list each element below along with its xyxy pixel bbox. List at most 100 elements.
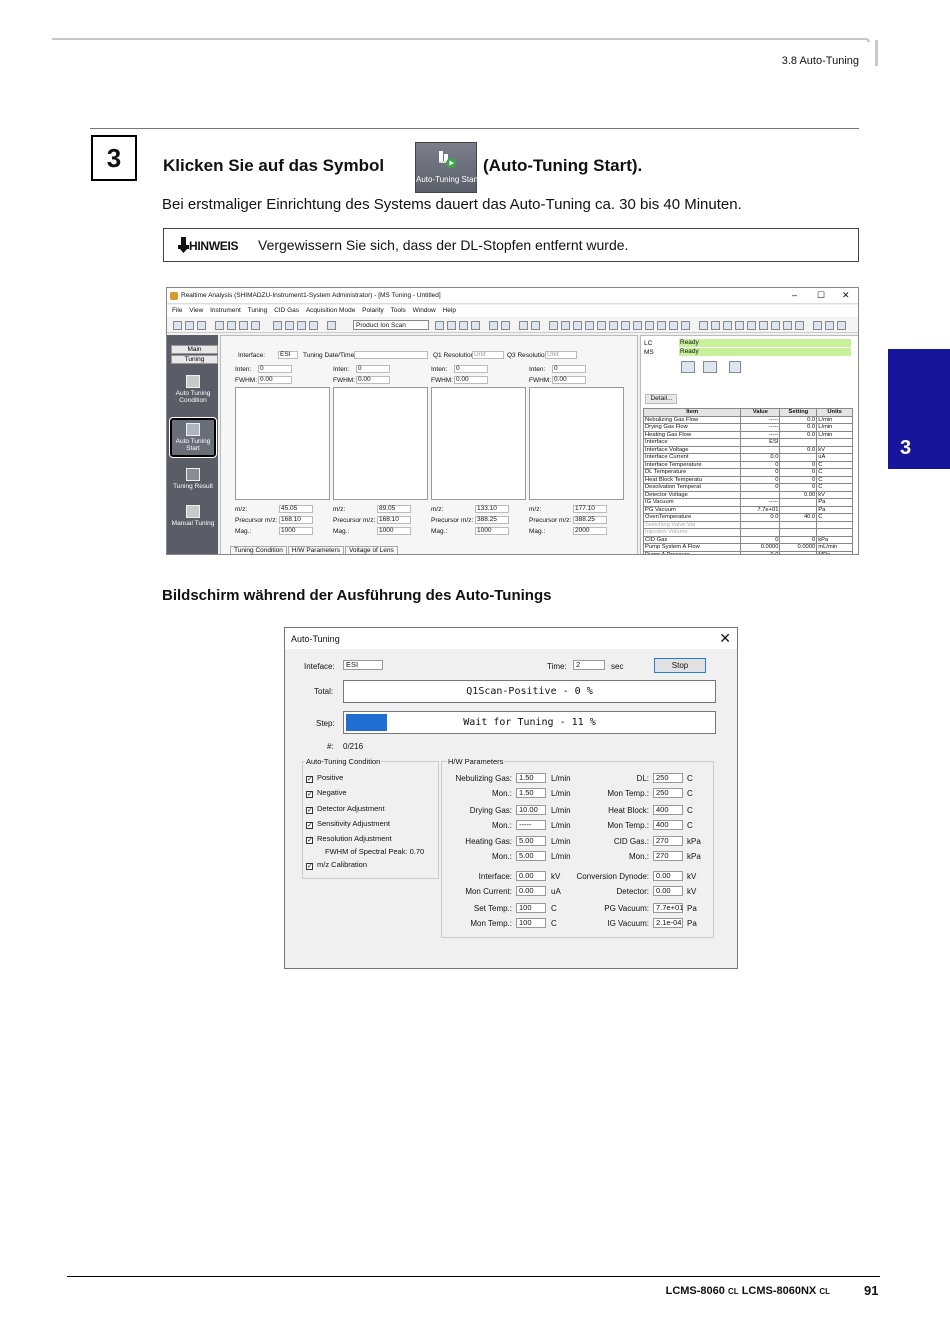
menu-help[interactable]: Help	[443, 307, 456, 314]
model-name: LCMS-8060	[665, 1285, 725, 1297]
tool-icon[interactable]	[531, 321, 540, 330]
tool-icon[interactable]	[813, 321, 822, 330]
tab-hw-parameters[interactable]: H/W Parameters	[287, 546, 344, 554]
hw-param-value: 1.50	[516, 773, 546, 783]
help-icon[interactable]	[327, 321, 336, 330]
sidebar-item-auto-tuning-condition[interactable]: Auto Tuning Condition	[170, 375, 216, 404]
minimize-button[interactable]: –	[792, 290, 797, 300]
tool-icon[interactable]	[447, 321, 456, 330]
tool-icon[interactable]	[795, 321, 804, 330]
tab-voltage-of-lens[interactable]: Voltage of Lens	[344, 546, 398, 554]
menu-cid-gas[interactable]: CID Gas	[274, 307, 299, 314]
tool-icon[interactable]	[239, 321, 248, 330]
tool-icon[interactable]	[837, 321, 846, 330]
tool-icon[interactable]	[621, 321, 630, 330]
tool-icon[interactable]	[825, 321, 834, 330]
tool-icon[interactable]	[549, 321, 558, 330]
tool-icon[interactable]	[723, 321, 732, 330]
scan-mode-select[interactable]: Product Ion Scan	[353, 320, 429, 330]
menu-tools[interactable]: Tools	[391, 307, 406, 314]
tool-icon[interactable]	[471, 321, 480, 330]
tool-icon[interactable]	[645, 321, 654, 330]
flow-icon[interactable]	[703, 361, 717, 373]
table-cell: 0.0	[779, 445, 818, 454]
tool-icon[interactable]	[435, 321, 444, 330]
tool-icon[interactable]	[597, 321, 606, 330]
hw-param-value: 100	[516, 918, 546, 928]
tool-icon[interactable]	[681, 321, 690, 330]
stop-button[interactable]: Stop	[654, 658, 706, 673]
tool-icon[interactable]	[711, 321, 720, 330]
print-icon[interactable]	[215, 321, 224, 330]
instrument-icon[interactable]	[681, 361, 695, 373]
tool-icon[interactable]	[585, 321, 594, 330]
layout-icon[interactable]	[273, 321, 282, 330]
checkbox-icon[interactable]: ✓	[306, 776, 313, 783]
time-label: Time:	[547, 662, 567, 671]
tool-icon[interactable]	[573, 321, 582, 330]
checkbox-icon[interactable]: ✓	[306, 822, 313, 829]
hand-pointer-icon	[178, 237, 189, 253]
tool-icon[interactable]	[519, 321, 528, 330]
tool-icon[interactable]	[747, 321, 756, 330]
hw-param-unit: Pa	[687, 919, 697, 928]
close-button[interactable]: ✕	[842, 290, 850, 301]
tool-icon[interactable]	[759, 321, 768, 330]
tool-icon[interactable]	[227, 321, 236, 330]
mz-value: 89.05	[377, 505, 411, 513]
tab-tuning[interactable]: Tuning	[171, 355, 218, 364]
checkbox-icon[interactable]: ✓	[306, 863, 313, 870]
menu-tuning[interactable]: Tuning	[248, 307, 268, 314]
condition-checkbox[interactable]: ✓ Resolution Adjustment	[306, 834, 392, 844]
tool-icon[interactable]	[657, 321, 666, 330]
tool-icon[interactable]	[735, 321, 744, 330]
tool-icon[interactable]	[489, 321, 498, 330]
condition-label: m/z Calibration	[317, 860, 368, 869]
tuning-date-value	[354, 351, 428, 359]
menu-polarity[interactable]: Polarity	[362, 307, 384, 314]
maximize-button[interactable]: ☐	[817, 290, 825, 301]
hw-param-label: DL:	[636, 774, 649, 783]
tool-icon[interactable]	[251, 321, 260, 330]
tab-tuning-condition[interactable]: Tuning Condition	[230, 546, 287, 554]
tool-icon[interactable]	[699, 321, 708, 330]
tool-icon[interactable]	[609, 321, 618, 330]
sidebar-item-tuning-result[interactable]: Tuning Result	[170, 468, 216, 490]
layout-icon[interactable]	[297, 321, 306, 330]
checkbox-icon[interactable]: ✓	[306, 791, 313, 798]
menu-instrument[interactable]: Instrument	[210, 307, 241, 314]
checkbox-icon[interactable]: ✓	[306, 807, 313, 814]
tool-icon[interactable]	[459, 321, 468, 330]
checkbox-icon[interactable]: ✓	[306, 837, 313, 844]
tool-icon[interactable]	[561, 321, 570, 330]
tab-main[interactable]: Main	[171, 345, 218, 354]
tool-icon[interactable]	[669, 321, 678, 330]
condition-checkbox[interactable]: ✓ Positive	[306, 773, 343, 783]
sidebar-item-manual-tuning[interactable]: Manual Tuning	[170, 505, 216, 527]
table-row: OvenTemperature 0.0 40.0 C	[642, 513, 853, 522]
dialog-close-icon[interactable]: ✕	[719, 630, 731, 647]
open-icon[interactable]	[185, 321, 194, 330]
menu-acquisition-mode[interactable]: Acquisition Mode	[306, 307, 356, 314]
menu-file[interactable]: File	[172, 307, 182, 314]
footer-rule	[67, 1276, 880, 1277]
tool-icon[interactable]	[501, 321, 510, 330]
save-icon[interactable]	[197, 321, 206, 330]
tool-icon[interactable]	[783, 321, 792, 330]
column-icon[interactable]	[729, 361, 741, 373]
condition-checkbox[interactable]: ✓ Negative	[306, 788, 347, 798]
sidebar-item-auto-tuning-start[interactable]: Auto Tuning Start	[169, 417, 217, 458]
condition-checkbox[interactable]: ✓ Sensitivity Adjustment	[306, 819, 390, 829]
q1-resolution-select[interactable]: Unit	[472, 351, 504, 359]
layout-icon[interactable]	[285, 321, 294, 330]
new-icon[interactable]	[173, 321, 182, 330]
tool-icon[interactable]	[771, 321, 780, 330]
menu-view[interactable]: View	[189, 307, 203, 314]
condition-checkbox[interactable]: ✓ m/z Calibration	[306, 860, 367, 870]
condition-checkbox[interactable]: ✓ Detector Adjustment	[306, 804, 385, 814]
layout-icon[interactable]	[309, 321, 318, 330]
q3-resolution-select[interactable]: Unit	[545, 351, 577, 359]
menu-window[interactable]: Window	[413, 307, 436, 314]
detail-button[interactable]: Detail...	[645, 394, 677, 404]
tool-icon[interactable]	[633, 321, 642, 330]
